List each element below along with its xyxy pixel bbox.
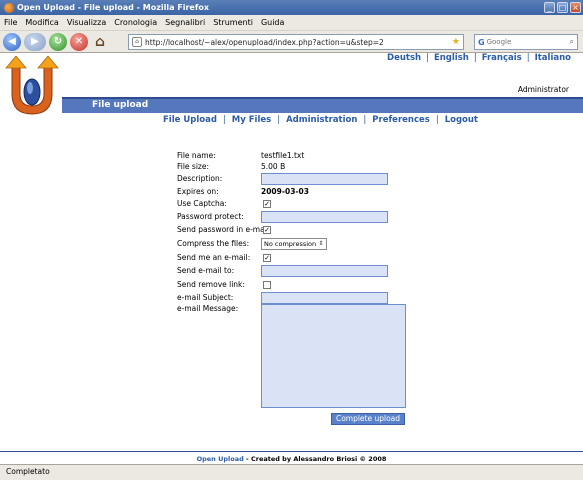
menu-file[interactable]: File xyxy=(4,18,17,27)
menu-cronologia[interactable]: Cronologia xyxy=(114,18,157,27)
menu-strumenti[interactable]: Strumenti xyxy=(213,18,253,27)
send-password-label: Send password in e-mail: xyxy=(177,225,272,234)
menu-visualizza[interactable]: Visualizza xyxy=(67,18,106,27)
page-footer: Open Upload - Created by Alessandro Brio… xyxy=(0,455,583,463)
subject-input[interactable] xyxy=(261,291,388,304)
remove-link-label: Send remove link: xyxy=(177,280,245,289)
lang-deutsch[interactable]: Deutsh xyxy=(387,53,421,63)
expires-value: 2009-03-03 xyxy=(261,187,309,196)
search-box[interactable]: G ⌕ xyxy=(474,34,578,50)
description-input[interactable] xyxy=(261,172,388,185)
row-captcha: Use Captcha: ✓ xyxy=(177,197,417,210)
tab-logout[interactable]: Logout xyxy=(445,115,478,125)
footer-divider xyxy=(0,451,583,452)
open-upload-logo xyxy=(5,56,59,115)
complete-upload-button[interactable]: Complete upload xyxy=(331,413,405,425)
language-selector: Deutsh | English | Français | Italiano xyxy=(387,53,571,63)
captcha-checkbox[interactable]: ✓ xyxy=(263,199,271,208)
window-title: Open Upload - File upload - Mozilla Fire… xyxy=(17,3,209,12)
back-button[interactable]: ◀ xyxy=(3,32,21,51)
search-input[interactable] xyxy=(486,38,557,46)
send-me-label: Send me an e-mail: xyxy=(177,253,251,262)
description-label: Description: xyxy=(177,174,223,183)
tab-file-upload[interactable]: File Upload xyxy=(163,115,217,125)
file-name-value: testfile1.txt xyxy=(261,151,305,160)
page-content: Deutsh | English | Français | Italiano A… xyxy=(0,53,583,464)
row-description: Description: xyxy=(177,172,417,185)
expires-label: Expires on: xyxy=(177,187,219,196)
file-name-label: File name: xyxy=(177,151,216,160)
window-titlebar: Open Upload - File upload - Mozilla Fire… xyxy=(0,0,583,15)
maximize-button[interactable]: □ xyxy=(557,2,568,13)
compress-label: Compress the files: xyxy=(177,239,250,248)
google-icon[interactable]: G xyxy=(478,38,485,47)
file-size-label: File size: xyxy=(177,162,210,171)
send-to-input[interactable] xyxy=(261,264,388,277)
password-label: Password protect: xyxy=(177,212,244,221)
site-icon: ⌂ xyxy=(132,37,142,47)
file-size-value: 5.00 B xyxy=(261,162,286,171)
compress-select[interactable]: No compression ⇕ xyxy=(261,237,327,250)
bookmark-star-icon[interactable]: ★ xyxy=(452,37,460,47)
section-title: File upload xyxy=(62,97,583,113)
lang-italiano[interactable]: Italiano xyxy=(535,53,571,63)
firefox-icon xyxy=(4,2,14,13)
captcha-label: Use Captcha: xyxy=(177,199,227,208)
send-to-label: Send e-mail to: xyxy=(177,266,235,275)
search-icon[interactable]: ⌕ xyxy=(570,37,574,47)
row-password: Password protect: xyxy=(177,210,417,223)
stop-button[interactable]: ✕ xyxy=(70,32,88,51)
lang-english[interactable]: English xyxy=(434,53,469,63)
select-arrow-icon: ⇕ xyxy=(318,239,324,247)
send-password-checkbox[interactable]: ✓ xyxy=(263,225,271,234)
message-label: e-mail Message: xyxy=(177,304,239,313)
menu-segnalibri[interactable]: Segnalibri xyxy=(165,18,205,27)
tab-preferences[interactable]: Preferences xyxy=(372,115,430,125)
row-compress: Compress the files: No compression ⇕ xyxy=(177,237,417,250)
subject-label: e-mail Subject: xyxy=(177,293,234,302)
message-textarea[interactable] xyxy=(261,304,406,408)
row-remove-link: Send remove link: xyxy=(177,278,417,291)
tab-administration[interactable]: Administration xyxy=(286,115,357,125)
address-bar[interactable]: ⌂ http://localhost/~alex/openupload/inde… xyxy=(128,34,464,50)
status-bar: Completato xyxy=(0,464,583,480)
password-input[interactable] xyxy=(261,210,388,223)
remove-link-checkbox[interactable] xyxy=(263,280,271,289)
menu-guida[interactable]: Guida xyxy=(261,18,284,27)
lang-francais[interactable]: Français xyxy=(482,53,522,63)
row-send-me: Send me an e-mail: ✓ xyxy=(177,251,417,264)
main-tabs: File Upload | My Files | Administration … xyxy=(163,115,478,125)
menu-modifica[interactable]: Modifica xyxy=(25,18,58,27)
menu-bar: File Modifica Visualizza Cronologia Segn… xyxy=(0,15,583,31)
forward-button[interactable]: ▶ xyxy=(24,32,46,51)
row-message: e-mail Message: xyxy=(177,304,417,408)
compress-select-value: No compression xyxy=(264,239,317,248)
current-user: Administrator xyxy=(517,85,569,94)
close-button[interactable]: × xyxy=(570,2,581,13)
footer-credit: - Created by Alessandro Briosi © 2008 xyxy=(243,455,387,463)
send-me-checkbox[interactable]: ✓ xyxy=(263,253,271,262)
home-icon[interactable]: ⌂ xyxy=(91,33,109,51)
tab-my-files[interactable]: My Files xyxy=(232,115,271,125)
url-text[interactable]: http://localhost/~alex/openupload/index.… xyxy=(145,38,452,47)
navigation-toolbar: ◀ ▶ ↻ ✕ ⌂ ⌂ http://localhost/~alex/openu… xyxy=(0,31,583,53)
row-subject: e-mail Subject: xyxy=(177,291,417,304)
row-send-to: Send e-mail to: xyxy=(177,264,417,277)
minimize-button[interactable]: _ xyxy=(544,2,555,13)
footer-open-upload-link[interactable]: Open Upload xyxy=(197,455,244,463)
reload-button[interactable]: ↻ xyxy=(49,32,67,51)
row-send-password: Send password in e-mail: ✓ xyxy=(177,223,417,236)
